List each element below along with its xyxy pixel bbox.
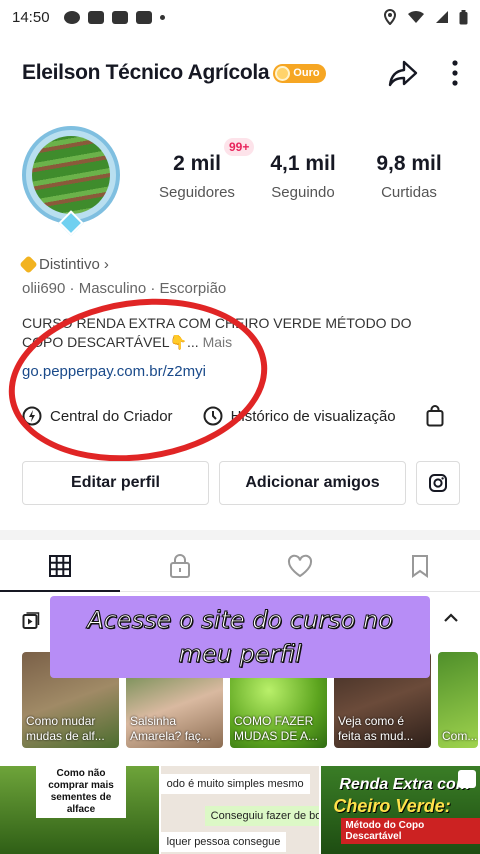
profile-header: Eleilson Técnico Agrícola Ouro bbox=[0, 50, 480, 96]
stat-label: Curtidas bbox=[381, 184, 437, 201]
stat-value: 4,1 mil bbox=[270, 152, 336, 175]
battery-icon bbox=[459, 9, 468, 24]
gallery-icon bbox=[135, 10, 152, 24]
profile-action-buttons: Editar perfil Adicionar amigos bbox=[22, 461, 460, 505]
signal-icon bbox=[436, 11, 448, 23]
lightning-circle-icon bbox=[22, 406, 42, 426]
tab-saved[interactable] bbox=[360, 540, 480, 591]
thumbnail-caption: Como mudar mudas de alf... bbox=[26, 714, 105, 743]
playlist-icon[interactable] bbox=[22, 612, 40, 630]
chat-bubble: Conseguiu fazer de boa? bbox=[204, 806, 320, 826]
more-notifications-icon bbox=[159, 14, 165, 20]
badge-hex-icon bbox=[19, 255, 38, 274]
video-tile[interactable]: Renda Extra com Cheiro Verde: Método do … bbox=[321, 766, 480, 854]
wifi-icon bbox=[408, 10, 424, 23]
youtube-icon bbox=[111, 10, 128, 24]
creator-tools-row: Central do Criador Histórico de visualiz… bbox=[22, 402, 472, 430]
instagram-icon bbox=[429, 474, 447, 492]
section-divider bbox=[0, 530, 480, 540]
bookmark-icon bbox=[412, 554, 428, 578]
stat-value: 2 mil bbox=[173, 152, 221, 175]
video-tile[interactable]: Como não comprar mais sementes de alface bbox=[0, 766, 159, 854]
profile-bio: CURSO RENDA EXTRA COM CHEIRO VERDE MÉTOD… bbox=[22, 314, 442, 352]
grid-icon bbox=[49, 554, 71, 577]
external-link-icon bbox=[458, 770, 477, 788]
overlay-caption-line: meu perfil bbox=[178, 640, 302, 669]
chat-bubble: odo é muito simples mesmo bbox=[160, 774, 310, 794]
location-icon bbox=[383, 9, 397, 25]
lock-icon bbox=[170, 553, 190, 578]
add-friends-button[interactable]: Adicionar amigos bbox=[219, 461, 406, 505]
stat-followers[interactable]: 2 mil Seguidores bbox=[144, 152, 250, 201]
avatar[interactable] bbox=[22, 126, 120, 236]
video-title-text: Renda Extra com bbox=[339, 776, 471, 793]
video-tile[interactable]: odo é muito simples mesmo Conseguiu faze… bbox=[160, 766, 320, 854]
thumbnail-caption: Salsinha Amarela? faç... bbox=[130, 714, 211, 743]
stat-following[interactable]: 4,1 mil Seguindo bbox=[250, 152, 356, 201]
tab-videos[interactable] bbox=[0, 540, 120, 592]
profile-username: Eleilson Técnico Agrícola bbox=[22, 61, 270, 84]
creator-center-button[interactable]: Central do Criador bbox=[22, 406, 173, 426]
tab-private[interactable] bbox=[120, 540, 240, 591]
status-bar: 14:50 bbox=[0, 0, 480, 34]
badge-link[interactable]: Distintivo › bbox=[19, 255, 109, 274]
thumbnail-caption: COMO FAZER MUDAS DE A... bbox=[234, 714, 319, 743]
stat-label: Seguindo bbox=[271, 184, 335, 201]
watch-history-label: Histórico de visualização bbox=[230, 407, 396, 425]
thumbnail-caption: Com... bbox=[442, 729, 478, 743]
video-grid: Como não comprar mais sementes de alface… bbox=[0, 766, 480, 854]
watch-history-button[interactable]: Histórico de visualização bbox=[203, 406, 396, 426]
chevron-up-icon[interactable] bbox=[443, 612, 459, 624]
video-text-note: Como não comprar mais sementes de alface bbox=[36, 766, 126, 818]
profile-website-link[interactable]: go.pepperpay.com.br/z2myi bbox=[22, 363, 206, 380]
gold-badge[interactable]: Ouro bbox=[273, 63, 326, 83]
instagram-button[interactable] bbox=[416, 461, 460, 505]
chat-bubble: lquer pessoa consegue bbox=[160, 832, 287, 852]
video-subtitle-text: Método do Copo Descartável bbox=[341, 818, 480, 844]
chevron-right-icon: › bbox=[103, 256, 109, 273]
bio-more-link[interactable]: Mais bbox=[203, 334, 233, 350]
stat-value: 9,8 mil bbox=[376, 152, 442, 175]
tab-liked[interactable] bbox=[240, 540, 360, 591]
playlist-thumbnail[interactable]: Com... bbox=[438, 652, 478, 748]
content-tabs bbox=[0, 540, 480, 592]
facebook-icon bbox=[63, 10, 80, 24]
profile-stats: 2 mil Seguidores 4,1 mil Seguindo 9,8 mi… bbox=[144, 152, 464, 201]
stat-likes[interactable]: 9,8 mil Curtidas bbox=[356, 152, 462, 201]
share-icon[interactable] bbox=[388, 59, 418, 87]
thumbnail-caption: Veja como é feita as mud... bbox=[338, 714, 414, 743]
creator-center-label: Central do Criador bbox=[50, 407, 173, 425]
profile-meta: olii690 · Masculino · Escorpião bbox=[22, 280, 227, 297]
heart-icon bbox=[287, 554, 313, 577]
video-overlay-caption: Acesse o site do curso no meu perfil bbox=[50, 596, 430, 678]
more-options-icon[interactable] bbox=[452, 60, 458, 86]
shop-button[interactable] bbox=[426, 405, 444, 427]
stat-label: Seguidores bbox=[159, 184, 235, 201]
shopping-bag-icon bbox=[426, 405, 444, 427]
gold-coin-icon bbox=[275, 65, 291, 81]
highlight-circle-annotation bbox=[0, 282, 278, 478]
status-time: 14:50 bbox=[12, 8, 50, 26]
badge-link-label: Distintivo bbox=[39, 256, 100, 273]
video-title-text: Cheiro Verde: bbox=[333, 796, 451, 816]
youtube-icon bbox=[87, 10, 104, 24]
clock-icon bbox=[203, 406, 223, 426]
overlay-caption-line: Acesse o site do curso no bbox=[87, 606, 394, 635]
edit-profile-button[interactable]: Editar perfil bbox=[22, 461, 209, 505]
